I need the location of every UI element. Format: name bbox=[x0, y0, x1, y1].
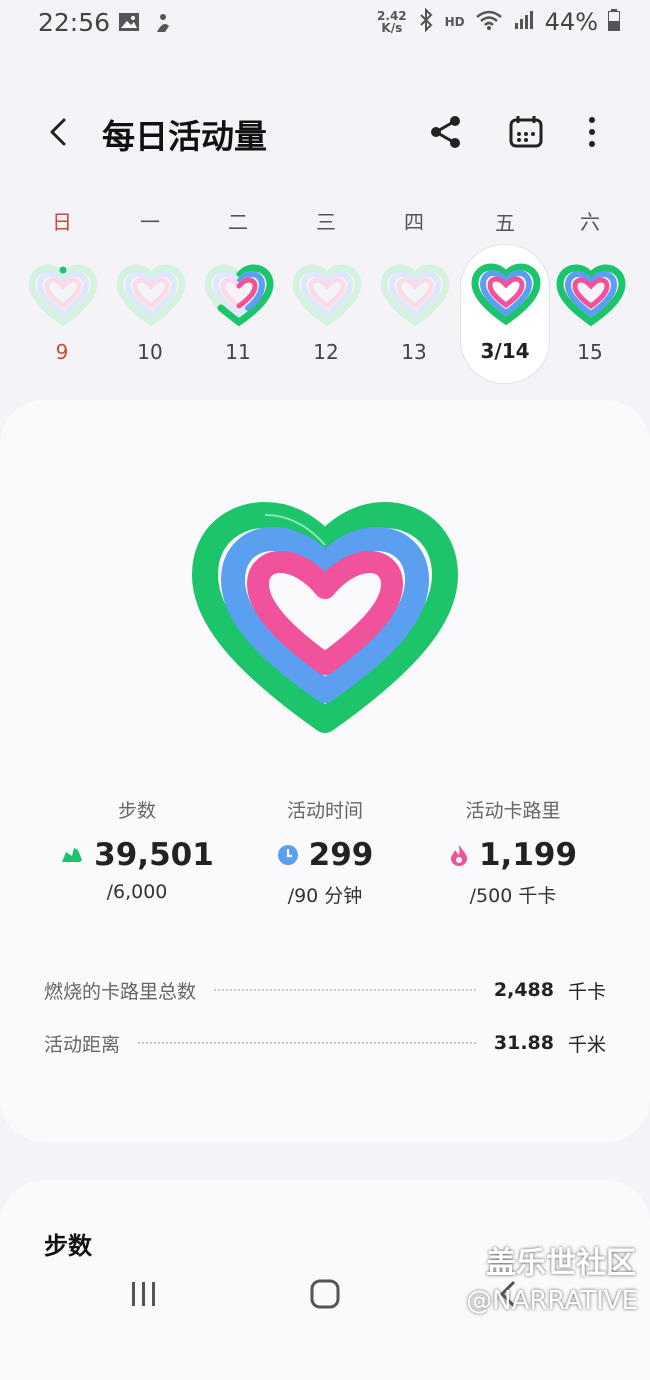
steps-value: 39,501 bbox=[94, 837, 214, 873]
hd-indicator: HD bbox=[444, 15, 465, 29]
day-number: 10 bbox=[137, 340, 163, 364]
activity-heart-icon bbox=[380, 264, 450, 327]
calories-stat[interactable]: 活动卡路里 1,199 /500 千卡 bbox=[408, 796, 618, 908]
day-of-week-label: 二 bbox=[228, 210, 248, 234]
active-time-value: 299 bbox=[308, 837, 374, 873]
battery-percent: 44% bbox=[544, 8, 598, 36]
burned-calories-row: 燃烧的卡路里总数 2,488 千卡 bbox=[44, 975, 606, 1005]
status-bar: 22:56 2.42 K/s HD 44% bbox=[0, 0, 650, 48]
burned-calories-value: 2,488 bbox=[493, 979, 554, 1001]
activity-heart-icon bbox=[204, 264, 274, 327]
activity-heart-chart bbox=[192, 502, 458, 733]
page-title: 每日活动量 bbox=[102, 117, 267, 156]
day-wednesday[interactable]: 三 12 bbox=[282, 190, 370, 380]
share-icon bbox=[431, 116, 460, 148]
calendar-button[interactable] bbox=[506, 112, 546, 152]
gallery-icon bbox=[118, 12, 140, 36]
day-number: 12 bbox=[313, 340, 339, 364]
day-of-week-label: 三 bbox=[316, 210, 336, 234]
clock: 22:56 bbox=[38, 8, 111, 37]
day-of-week-label: 四 bbox=[404, 210, 424, 234]
day-of-week-label: 一 bbox=[140, 210, 160, 234]
activity-heart-icon bbox=[28, 264, 98, 327]
day-sunday[interactable]: 日 9 bbox=[18, 190, 106, 380]
home-icon bbox=[310, 1279, 340, 1309]
steps-goal: /6,000 bbox=[106, 881, 168, 903]
day-monday[interactable]: 一 10 bbox=[106, 190, 194, 380]
activity-heart-icon bbox=[556, 264, 626, 327]
watermark-handle: @NARRATIVE bbox=[466, 1286, 638, 1316]
home-button[interactable] bbox=[305, 1274, 345, 1314]
bluetooth-icon bbox=[417, 7, 435, 36]
network-speed: 2.42 K/s bbox=[377, 9, 407, 35]
calories-label: 活动卡路里 bbox=[465, 800, 561, 822]
active-time-label: 活动时间 bbox=[286, 800, 363, 822]
activity-notification-icon bbox=[152, 12, 174, 38]
day-of-week-label: 五 bbox=[495, 211, 515, 235]
day-thursday[interactable]: 四 13 bbox=[370, 190, 458, 380]
distance-value: 31.88 bbox=[493, 1032, 554, 1054]
activity-heart-icon bbox=[116, 264, 186, 327]
day-of-week-label: 六 bbox=[580, 210, 600, 234]
active-time-goal: /90 分钟 bbox=[287, 885, 363, 907]
recents-button[interactable] bbox=[124, 1274, 164, 1314]
active-time-stat[interactable]: 活动时间 299 /90 分钟 bbox=[220, 796, 430, 908]
calories-goal: /500 千卡 bbox=[469, 885, 557, 907]
activity-heart-icon bbox=[471, 263, 541, 326]
day-number: 9 bbox=[55, 340, 69, 364]
battery-icon bbox=[608, 9, 620, 35]
burned-calories-unit: 千卡 bbox=[567, 980, 606, 1003]
recents-icon bbox=[132, 1282, 155, 1306]
back-button[interactable] bbox=[40, 110, 76, 154]
distance-row: 活动距离 31.88 千米 bbox=[44, 1028, 606, 1058]
calendar-icon bbox=[509, 116, 543, 148]
day-tuesday[interactable]: 二 11 bbox=[194, 190, 282, 380]
day-number: 3/14 bbox=[480, 339, 530, 363]
share-button[interactable] bbox=[426, 112, 466, 152]
burned-calories-label: 燃烧的卡路里总数 bbox=[44, 980, 197, 1003]
more-options-button[interactable] bbox=[572, 112, 612, 152]
signal-icon bbox=[513, 9, 535, 35]
distance-unit: 千米 bbox=[567, 1033, 606, 1056]
daily-activity-card: 步数 39,501 /6,000 活动时间 299 /90 分钟 活动卡路里 1… bbox=[0, 400, 650, 1142]
distance-label: 活动距离 bbox=[44, 1033, 121, 1056]
day-friday-selected[interactable]: 五 3/14 bbox=[460, 211, 550, 384]
flame-icon bbox=[450, 845, 467, 866]
day-number: 13 bbox=[401, 340, 427, 364]
day-saturday[interactable]: 六 15 bbox=[546, 190, 634, 380]
week-selector: 日 9 一 10 二 11 三 12 四 13 五 3/14 六 15 bbox=[18, 190, 632, 390]
app-bar: 每日活动量 bbox=[0, 100, 650, 164]
day-of-week-label: 日 bbox=[52, 210, 72, 234]
activity-stats: 步数 39,501 /6,000 活动时间 299 /90 分钟 活动卡路里 1… bbox=[0, 796, 650, 916]
calories-value: 1,199 bbox=[478, 837, 578, 873]
watermark-title: 盖乐世社区 bbox=[486, 1246, 636, 1281]
dotted-leader bbox=[138, 1042, 476, 1044]
shoe-icon bbox=[62, 848, 83, 862]
clock-icon bbox=[277, 845, 298, 865]
day-number: 15 bbox=[577, 340, 603, 364]
activity-heart-icon bbox=[292, 264, 362, 327]
more-vertical-icon bbox=[589, 117, 595, 147]
back-arrow-icon bbox=[50, 118, 66, 146]
steps-stat[interactable]: 步数 39,501 /6,000 bbox=[32, 796, 242, 903]
wifi-icon bbox=[475, 9, 503, 35]
dotted-leader bbox=[214, 989, 476, 991]
day-number: 11 bbox=[225, 340, 251, 364]
steps-label: 步数 bbox=[117, 800, 156, 822]
